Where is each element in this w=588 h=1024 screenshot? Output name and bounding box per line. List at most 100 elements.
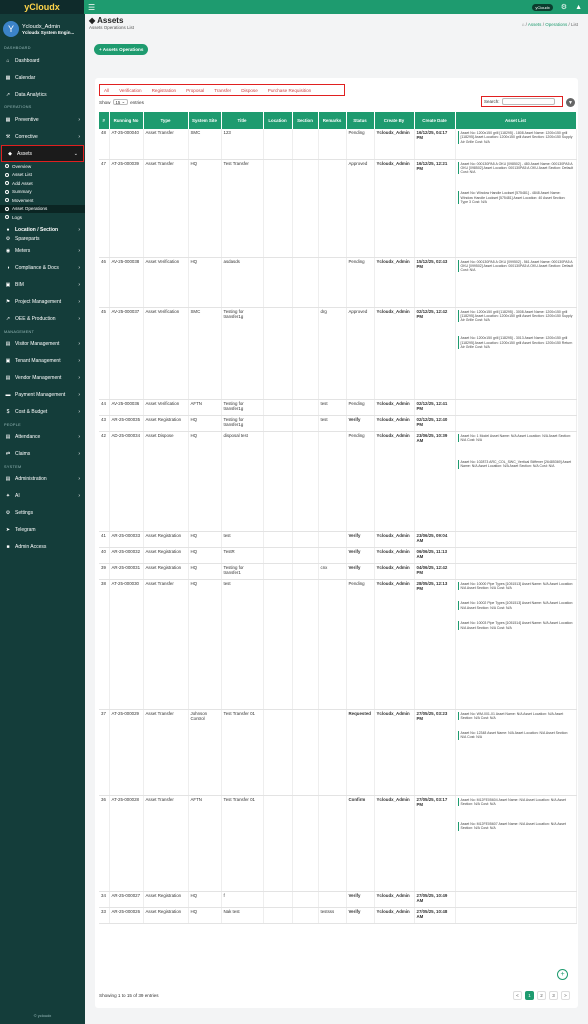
sidebar-item-dashboard[interactable]: ⌂ Dashboard xyxy=(0,52,85,69)
user-profile[interactable]: Y Ycloudx_Admin Ycloudx System Engin... xyxy=(0,14,85,44)
running-no[interactable]: AR-25-000031 xyxy=(109,563,144,580)
sidebar-item-meters[interactable]: ◉ Meters › xyxy=(0,243,85,260)
apps-icon[interactable]: ▲ xyxy=(575,4,582,11)
running-no[interactable]: AT-25-000029 xyxy=(109,709,144,796)
column-header[interactable]: Status xyxy=(346,112,375,129)
running-no[interactable]: AT-25-000028 xyxy=(109,795,144,892)
filter-all[interactable]: All xyxy=(104,88,109,93)
sidebar-item-cost-budget[interactable]: $ Cost & Budget › xyxy=(0,404,85,421)
sidebar-item-settings[interactable]: ⚙ Settings xyxy=(0,505,85,522)
prev-page-button[interactable]: < xyxy=(513,991,522,1000)
add-assets-operations-button[interactable]: + Assets Operations xyxy=(94,44,149,55)
running-no[interactable]: AT-25-000040 xyxy=(109,129,144,160)
table-row[interactable]: 45 AV-25-000037 Asset Verification SMC Testi… xyxy=(99,307,577,400)
home-icon[interactable]: ⌂ xyxy=(522,22,525,27)
column-header[interactable]: Create Date xyxy=(414,112,456,129)
sidebar-item-vendor[interactable]: ▤ Vendor Management › xyxy=(0,370,85,387)
sidebar-item-bim[interactable]: ▣ BIM › xyxy=(0,277,85,294)
add-fab-button[interactable]: + xyxy=(557,969,568,980)
sidebar-item-admin-access[interactable]: ■ Admin Access xyxy=(0,539,85,556)
menu-toggle-icon[interactable]: ☰ xyxy=(88,3,95,12)
workspace-badge[interactable]: yCloudx xyxy=(532,3,553,11)
sidebar-item-data-analytics[interactable]: ↗ Data Analytics xyxy=(0,86,85,103)
table-row[interactable]: 37 AT-25-000029 Asset Transfer Johnson Cont… xyxy=(99,709,577,796)
table-row[interactable]: 33 AR-25-000026 Asset Registration HQ Nak te… xyxy=(99,907,577,924)
sidebar-item-calendar[interactable]: ▦ Calendar xyxy=(0,69,85,86)
page-button-1[interactable]: 1 xyxy=(525,991,534,1000)
breadcrumb-assets[interactable]: Assets xyxy=(528,22,542,27)
sidebar-subitem-movement[interactable]: Movement xyxy=(0,196,85,205)
sidebar-item-spareparts[interactable]: ⚙ Spareparts xyxy=(0,235,85,243)
table-row[interactable]: 47 AT-25-000039 Asset Transfer HQ Test Trans… xyxy=(99,159,577,258)
running-no[interactable]: AV-25-000036 xyxy=(109,399,144,416)
filter-registration[interactable]: Registration xyxy=(152,88,177,93)
running-no[interactable]: AD-25-000034 xyxy=(109,431,144,532)
sidebar-item-attendance[interactable]: ▤ Attendance › xyxy=(0,429,85,446)
running-no[interactable]: AT-25-000030 xyxy=(109,579,144,710)
sidebar-subitem-add-asset[interactable]: Add Asset xyxy=(0,179,85,188)
table-row[interactable]: 44 AV-25-000036 Asset Verification AFTN Test… xyxy=(99,399,577,416)
sidebar-item-administration[interactable]: ▤ Administration › xyxy=(0,471,85,488)
filter-icon[interactable]: ▼ xyxy=(566,98,575,107)
page-button-2[interactable]: 2 xyxy=(537,991,546,1000)
column-header[interactable]: Section xyxy=(292,112,319,129)
sidebar-subitem-summary[interactable]: Summary xyxy=(0,188,85,197)
bell-icon[interactable]: ⚙ xyxy=(561,3,567,11)
sidebar-item-preventive[interactable]: ▦ Preventive › xyxy=(0,111,85,128)
table-row[interactable]: 36 AT-25-000028 Asset Transfer AFTN Test Tra… xyxy=(99,795,577,892)
column-header[interactable]: Remarks xyxy=(318,112,347,129)
running-no[interactable]: AT-25-000039 xyxy=(109,159,144,258)
column-header[interactable]: Type xyxy=(143,112,189,129)
sidebar-item-telegram[interactable]: ➤ Telegram xyxy=(0,522,85,539)
table-row[interactable]: 48 AT-25-000040 Asset Transfer SMC 123 Pendin… xyxy=(99,129,577,160)
column-header[interactable]: # xyxy=(99,112,110,129)
sidebar-subitem-overview[interactable]: Overview xyxy=(0,162,85,171)
sidebar-item-ai[interactable]: ✦ AI › xyxy=(0,488,85,505)
running-no[interactable]: AR-25-000027 xyxy=(109,891,144,908)
running-no[interactable]: AR-25-000035 xyxy=(109,415,144,432)
page-button-3[interactable]: 3 xyxy=(549,991,558,1000)
filter-proposal[interactable]: Proposal xyxy=(186,88,204,93)
running-no[interactable]: AR-25-000032 xyxy=(109,547,144,564)
next-page-button[interactable]: > xyxy=(561,991,570,1000)
column-header[interactable]: Location xyxy=(263,112,293,129)
column-header[interactable]: Running No xyxy=(109,112,144,129)
sidebar-subitem-asset-operations[interactable]: Asset Operations xyxy=(0,204,85,213)
filter-dispose[interactable]: Dispose xyxy=(241,88,258,93)
running-no[interactable]: AR-25-000033 xyxy=(109,531,144,548)
running-no[interactable]: AV-25-000037 xyxy=(109,307,144,400)
sidebar-subitem-asset-list[interactable]: Asset List xyxy=(0,171,85,180)
sidebar-item-payment[interactable]: ▬ Payment Management › xyxy=(0,387,85,404)
table-row[interactable]: 43 AR-25-000035 Asset Registration HQ Testin… xyxy=(99,415,577,432)
table-row[interactable]: 42 AD-25-000034 Asset Dispose HQ disposal te… xyxy=(99,431,577,532)
app-logo[interactable]: yCloudx xyxy=(0,0,84,14)
sidebar-item-claims[interactable]: ⇄ Claims › xyxy=(0,446,85,463)
table-row[interactable]: 39 AR-25-000031 Asset Registration HQ Testin… xyxy=(99,563,577,580)
column-header[interactable]: Title xyxy=(221,112,264,129)
table-row[interactable]: 46 AV-25-000038 Asset Verification HQ asdasd… xyxy=(99,257,577,308)
table-row[interactable]: 34 AR-25-000027 Asset Registration HQ f Verif… xyxy=(99,891,577,908)
sidebar-item-oee[interactable]: ↗ OEE & Production › xyxy=(0,311,85,328)
sidebar-item-corrective[interactable]: ⚒ Corrective › xyxy=(0,128,85,145)
column-header[interactable]: System Site xyxy=(188,112,222,129)
sidebar-item-project-management[interactable]: ⚑ Project Management › xyxy=(0,294,85,311)
search-input[interactable] xyxy=(501,98,555,105)
filter-verification[interactable]: Verification xyxy=(119,88,141,93)
table-row[interactable]: 41 AR-25-000033 Asset Registration HQ test Ve… xyxy=(99,531,577,548)
entries-select[interactable]: 15 ⌄ xyxy=(112,99,129,105)
sidebar-item-assets[interactable]: ◆ Assets ⌄ xyxy=(1,145,84,162)
column-header[interactable]: Asset List xyxy=(455,112,577,129)
running-no[interactable]: AR-25-000026 xyxy=(109,907,144,924)
sidebar-item-tenant[interactable]: ▣ Tenant Management › xyxy=(0,353,85,370)
table-row[interactable]: 40 AR-25-000032 Asset Registration HQ TestR V… xyxy=(99,547,577,564)
sidebar-item-compliance[interactable]: ◑ Compliance & Docs › xyxy=(0,260,85,277)
filter-transfer[interactable]: Transfer xyxy=(214,88,231,93)
column-header[interactable]: Create By xyxy=(374,112,415,129)
breadcrumb-operations[interactable]: Operations xyxy=(545,22,567,27)
filter-purchase-requisition[interactable]: Purchase Requisition xyxy=(268,88,311,93)
table-row[interactable]: 38 AT-25-000030 Asset Transfer HQ test Pendin… xyxy=(99,579,577,710)
sidebar-item-visitor[interactable]: ▤ Visitor Management › xyxy=(0,336,85,353)
sidebar-subitem-logs[interactable]: Logs xyxy=(0,213,85,222)
sidebar-item-location[interactable]: ● Location / Section › xyxy=(0,225,85,235)
running-no[interactable]: AV-25-000038 xyxy=(109,257,144,308)
